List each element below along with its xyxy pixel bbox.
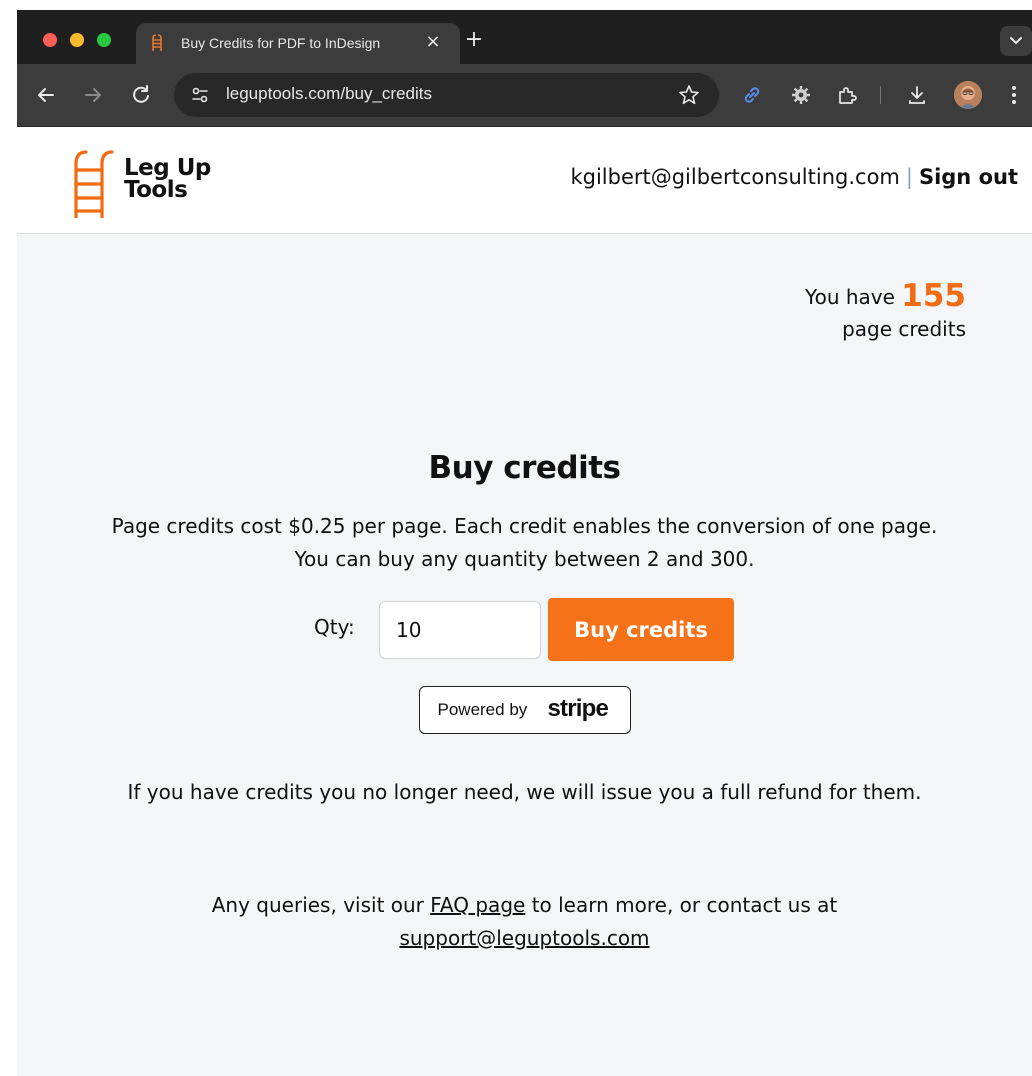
download-icon[interactable] — [905, 83, 929, 107]
tab-strip: Buy Credits for PDF to InDesign × + — [17, 10, 1032, 64]
balance-count: 155 — [901, 278, 966, 314]
ladder-logo-icon — [74, 150, 114, 218]
queries-text-start: Any queries, visit our — [211, 893, 424, 917]
buy-credits-section: Buy credits Page credits cost $0.25 per … — [17, 450, 1032, 955]
site-settings-icon[interactable] — [188, 83, 212, 107]
purchase-form: Qty: Buy credits — [17, 598, 1032, 662]
toolbar-divider — [880, 86, 881, 104]
browser-window: Buy Credits for PDF to InDesign × + legu… — [17, 10, 1032, 1076]
faq-link[interactable]: FAQ page — [430, 893, 525, 917]
tab-title: Buy Credits for PDF to InDesign — [181, 35, 381, 51]
bookmark-star-icon[interactable] — [677, 83, 701, 107]
account-area: kgilbert@gilbertconsulting.com | Sign out — [570, 165, 1018, 189]
quantity-range-text: You can buy any quantity between 2 and 3… — [294, 547, 755, 571]
logo-wordmark: Leg Up Tools — [124, 155, 211, 203]
extensions-puzzle-icon[interactable] — [835, 83, 859, 107]
link-extension-icon[interactable] — [740, 83, 764, 107]
minimize-window-button[interactable] — [70, 33, 84, 47]
logo-line-1: Leg Up — [124, 155, 211, 181]
header-separator: | — [905, 165, 913, 189]
back-arrow-icon[interactable] — [32, 81, 60, 109]
powered-by-stripe-badge[interactable]: Powered by stripe — [418, 686, 631, 734]
buy-credits-button[interactable]: Buy credits — [548, 598, 734, 661]
logo-line-2: Tools — [124, 177, 188, 203]
tab-close-icon[interactable]: × — [422, 31, 444, 53]
reload-icon[interactable] — [127, 81, 155, 109]
ladder-favicon-icon — [152, 34, 162, 51]
maximize-window-button[interactable] — [97, 33, 111, 47]
chevron-down-icon — [1010, 37, 1022, 45]
forward-arrow-icon[interactable] — [79, 81, 107, 109]
user-email: kgilbert@gilbertconsulting.com — [570, 165, 900, 189]
browser-tab-active[interactable]: Buy Credits for PDF to InDesign × — [136, 23, 460, 64]
credit-balance: You have 155 page credits — [805, 280, 966, 345]
qty-label: Qty: — [314, 615, 355, 639]
tab-search-button[interactable] — [1000, 26, 1032, 56]
browser-menu-icon[interactable] — [1007, 83, 1021, 107]
balance-prefix: You have — [805, 285, 895, 309]
queries-text-mid: to learn more, or contact us at — [531, 893, 838, 917]
stripe-logo: stripe — [547, 695, 609, 722]
url-text: leguptools.com/buy_credits — [226, 84, 433, 103]
address-bar[interactable]: leguptools.com/buy_credits — [174, 73, 719, 117]
gear-extension-icon[interactable] — [789, 83, 813, 107]
stripe-prefix: Powered by — [437, 700, 528, 719]
price-description: Page credits cost $0.25 per page. Each c… — [111, 514, 938, 538]
close-window-button[interactable] — [43, 33, 57, 47]
browser-toolbar: leguptools.com/buy_credits — [17, 64, 1032, 127]
legup-tools-logo[interactable]: Leg Up Tools — [72, 148, 232, 218]
page-title: Buy credits — [428, 450, 621, 486]
balance-suffix: page credits — [842, 317, 966, 341]
site-header: Leg Up Tools kgilbert@gilbertconsulting.… — [17, 127, 1032, 234]
avatar-face-icon — [954, 81, 982, 109]
refund-notice: If you have credits you no longer need, … — [127, 780, 922, 804]
qty-input[interactable] — [379, 601, 541, 659]
new-tab-plus-icon[interactable]: + — [461, 28, 487, 54]
sign-out-link[interactable]: Sign out — [919, 165, 1018, 189]
profile-avatar[interactable] — [954, 81, 982, 109]
support-email-link[interactable]: support@leguptools.com — [399, 926, 649, 950]
contact-info: Any queries, visit our FAQ page to learn… — [125, 889, 925, 955]
